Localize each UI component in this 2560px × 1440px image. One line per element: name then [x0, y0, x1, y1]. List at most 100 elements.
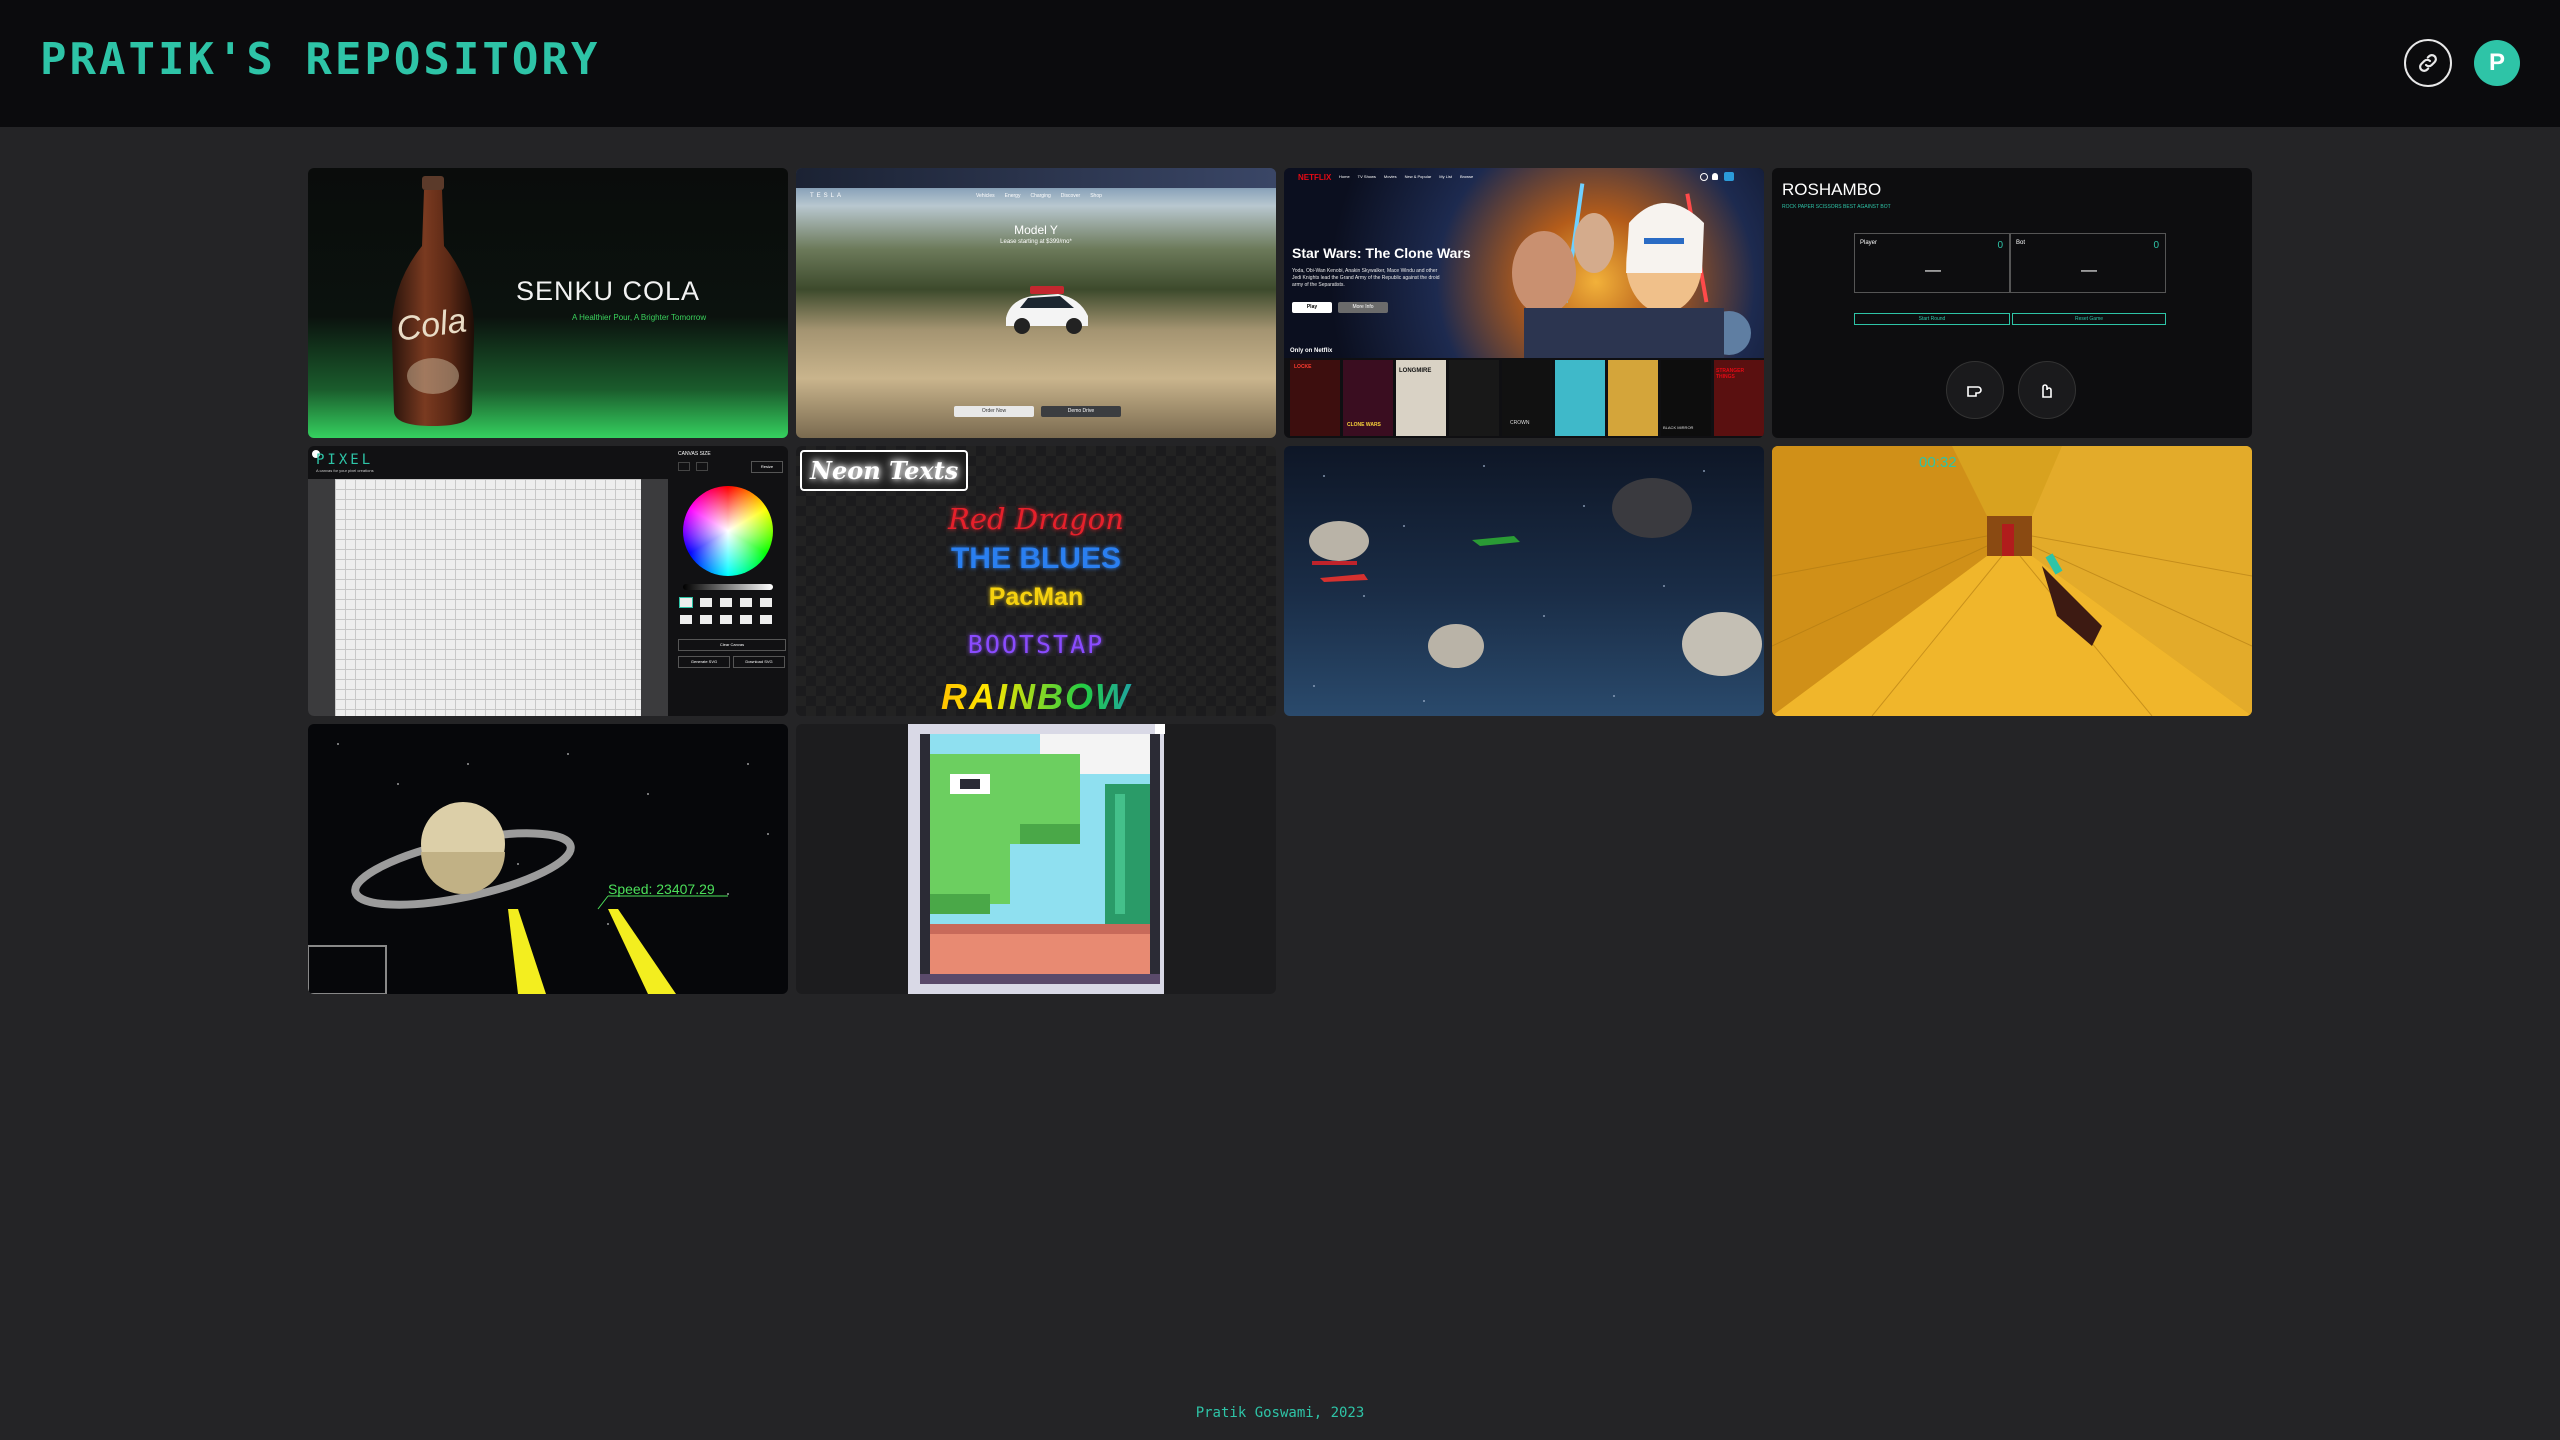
tesla-nav-item[interactable]: Energy: [1005, 193, 1021, 199]
netflix-nav-item[interactable]: Browse: [1460, 174, 1473, 179]
palette-swatch[interactable]: [720, 598, 732, 607]
asteroid: [1682, 612, 1762, 676]
netflix-row-title: Only on Netflix: [1290, 348, 1333, 354]
poster-label: STRANGER THINGS: [1716, 368, 1745, 380]
pixel-canvas[interactable]: [308, 479, 668, 716]
tesla-nav-item[interactable]: Shop: [1090, 193, 1102, 199]
speed-readout: Speed: 23407.29: [608, 881, 715, 897]
color-palette: [679, 597, 776, 624]
reset-game-button[interactable]: Reset Game: [2012, 313, 2166, 325]
netflix-logo: NETFLIX: [1298, 173, 1332, 182]
cola-bottle-image: Cola: [391, 176, 475, 426]
poster-card[interactable]: BLACK MIRROR: [1661, 360, 1711, 436]
order-now-button[interactable]: Order Now: [954, 406, 1034, 417]
neon-text-pacman: PacMan: [988, 583, 1084, 611]
paper-button[interactable]: [2018, 361, 2076, 419]
browser-bar: [796, 168, 1276, 188]
poster-card[interactable]: CLONE WARS: [1343, 360, 1393, 436]
download-svg-button[interactable]: Download SVG: [733, 656, 785, 668]
tesla-nav-item[interactable]: Discover: [1061, 193, 1080, 199]
poster-card[interactable]: [1608, 360, 1658, 436]
palette-swatch[interactable]: [760, 598, 772, 607]
palette-swatch[interactable]: [720, 615, 732, 624]
canvas-size-label: CANVAS SIZE: [678, 451, 711, 457]
palette-swatch[interactable]: [740, 615, 752, 624]
project-card-neon-texts[interactable]: Neon Texts Red Dragon THE BLUES PacMan B…: [796, 446, 1276, 716]
player-move: —: [1925, 262, 1941, 279]
tesla-nav-item[interactable]: Vehicles: [976, 193, 995, 199]
bot-score: 0: [2153, 240, 2159, 251]
poster-card[interactable]: [1449, 360, 1499, 436]
project-card-space-flight[interactable]: Speed: 23407.29: [308, 724, 788, 994]
project-card-pixel[interactable]: PIXEL A canvas for your pixel creations …: [308, 446, 788, 716]
player-ship: [1320, 574, 1368, 582]
netflix-nav-item[interactable]: TV Shows: [1358, 174, 1376, 179]
netflix-nav-item[interactable]: New & Popular: [1405, 174, 1432, 179]
bell-icon[interactable]: [1712, 173, 1718, 180]
player-label: Player: [1860, 240, 1878, 246]
palette-swatch[interactable]: [700, 615, 712, 624]
netflix-nav: Home TV Shows Movies New & Popular My Li…: [1339, 174, 1473, 179]
player-score-box: Player 0 —: [1854, 233, 2010, 293]
poster-label: CROWN: [1510, 420, 1530, 426]
asteroid: [1309, 521, 1369, 561]
senku-title: SENKU COLA: [516, 276, 701, 306]
profile-icon[interactable]: [1724, 172, 1734, 181]
play-button[interactable]: Play: [1292, 302, 1332, 313]
bot-label: Bot: [2016, 240, 2026, 246]
tesla-nav-item[interactable]: Charging: [1030, 193, 1050, 199]
project-card-doom-corridor[interactable]: 00:32: [1772, 446, 2252, 716]
netflix-nav-item[interactable]: Home: [1339, 174, 1350, 179]
canvas-width-input[interactable]: [678, 462, 690, 471]
poster-card[interactable]: STRANGER THINGS: [1714, 360, 1764, 436]
poster-label: BLACK MIRROR: [1663, 425, 1694, 430]
poster-card[interactable]: CROWN: [1502, 360, 1552, 436]
poster-card[interactable]: LONGMIRE: [1396, 360, 1446, 436]
footer-credit: Pratik Goswami, 2023: [1195, 1405, 1365, 1421]
asteroid: [1428, 624, 1484, 668]
rock-button[interactable]: [1946, 361, 2004, 419]
palette-swatch[interactable]: [760, 615, 772, 624]
pixel-title: PIXEL: [316, 452, 374, 468]
start-round-button[interactable]: Start Round: [1854, 313, 2010, 325]
generate-svg-button[interactable]: Generate SVG: [678, 656, 730, 668]
color-wheel[interactable]: [683, 486, 773, 576]
netflix-nav-item[interactable]: My List: [1439, 174, 1452, 179]
palette-swatch[interactable]: [680, 615, 692, 624]
neon-text-the-blues: THE BLUES: [950, 542, 1121, 575]
neon-text-rainbow: RAINBOW: [796, 676, 1276, 716]
netflix-show-description: Yoda, Obi-Wan Kenobi, Anakin Skywalker, …: [1292, 268, 1440, 288]
canvas-height-input[interactable]: [696, 462, 708, 471]
palette-swatch[interactable]: [740, 598, 752, 607]
laser-beam: [508, 909, 546, 994]
poster-card[interactable]: LOCKE: [1290, 360, 1340, 436]
project-card-roshambo[interactable]: ROSHAMBO ROCK PAPER SCISSORS BEST AGAINS…: [1772, 168, 2252, 438]
demo-drive-button[interactable]: Demo Drive: [1041, 406, 1121, 417]
netflix-nav-item[interactable]: Movies: [1384, 174, 1397, 179]
project-card-tesla[interactable]: TESLA Vehicles Energy Charging Discover …: [796, 168, 1276, 438]
poster-label: CLONE WARS: [1347, 422, 1381, 428]
project-card-senku-cola[interactable]: Cola SENKU COLA A Healthier Pour, A Brig…: [308, 168, 788, 438]
rock-hand-icon: [1967, 386, 1982, 397]
clear-canvas-button[interactable]: Clear Canvas: [678, 639, 786, 651]
link-button[interactable]: [2404, 39, 2452, 87]
project-card-space-shooter[interactable]: [1284, 446, 1764, 716]
space-scene: [1309, 465, 1762, 702]
player-score: 0: [1997, 240, 2003, 251]
project-card-netflix[interactable]: NETFLIX Home TV Shows Movies New & Popul…: [1284, 168, 1764, 438]
poster-card[interactable]: [1555, 360, 1605, 436]
palette-swatch[interactable]: [679, 597, 693, 608]
health-bar: [1312, 561, 1357, 565]
game-timer: 00:32: [1919, 454, 1957, 471]
avatar[interactable]: P: [2474, 40, 2520, 86]
pixel-grid[interactable]: [335, 479, 641, 716]
corridor-scene: [1772, 446, 2252, 716]
project-card-pixel-dino[interactable]: [796, 724, 1276, 994]
clone-wars-characters: [1512, 183, 1751, 358]
palette-swatch[interactable]: [700, 598, 712, 607]
search-icon[interactable]: [1700, 173, 1708, 181]
more-info-button[interactable]: More Info: [1338, 302, 1388, 313]
pixel-dino-art: [900, 724, 1172, 994]
brightness-slider[interactable]: [683, 584, 773, 590]
resize-button[interactable]: Resize: [751, 461, 783, 473]
